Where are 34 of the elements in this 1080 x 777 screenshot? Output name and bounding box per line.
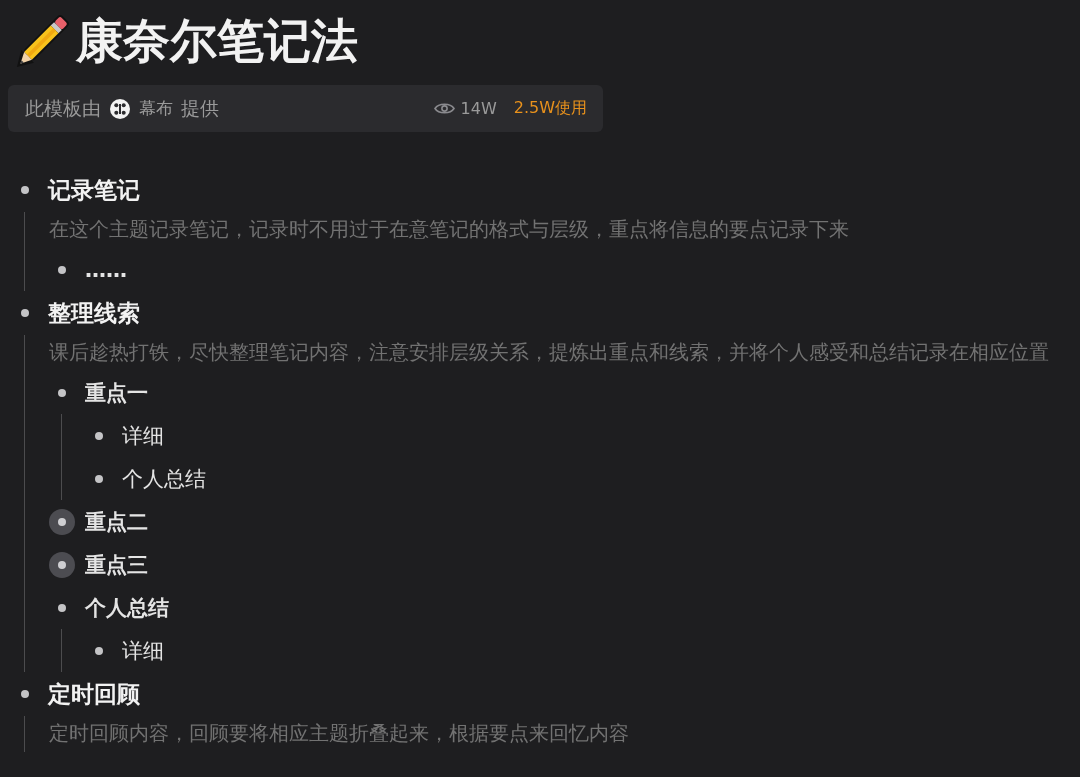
bullet-icon[interactable] (58, 388, 66, 397)
topic-heading: 整理线索 (48, 298, 140, 328)
bullet-icon[interactable] (21, 309, 29, 317)
outline-item: 个人总结 (122, 465, 206, 493)
page-title: 康奈尔笔记法 (76, 13, 358, 68)
outline-item: 个人总结 (85, 594, 169, 622)
bullet-icon[interactable] (95, 646, 103, 655)
ring-bullet-icon[interactable] (49, 508, 75, 535)
bullet-icon[interactable] (95, 431, 103, 440)
logo-icon (110, 98, 130, 119)
bullet-icon[interactable] (21, 186, 29, 194)
eye-icon (433, 102, 455, 115)
outline-item: 重点一 (85, 379, 148, 407)
ring-bullet-icon[interactable] (49, 551, 75, 578)
template-credit-text: 提供 (181, 95, 219, 121)
topic-heading: 记录笔记 (48, 175, 140, 205)
topic-heading: 定时回顾 (48, 679, 140, 709)
bullet-icon[interactable] (58, 265, 66, 274)
note-text: 课后趁热打铁，尽快整理笔记内容，注意安排层级关系，提炼出重点和线索，并将个人感受和总结记录在相应位置 (49, 340, 1049, 366)
outline-item: 详细 (122, 637, 164, 665)
outline-item: 详细 (122, 422, 164, 450)
view-count: 14W (460, 99, 497, 118)
outline-item: 重点三 (85, 551, 148, 579)
bullet-icon[interactable] (21, 690, 29, 698)
template-credit-text: 此模板由 (25, 95, 101, 121)
note-text: 定时回顾内容，回顾要将相应主题折叠起来，根据要点来回忆内容 (49, 721, 629, 747)
note-text: 在这个主题记录笔记，记录时不用过于在意笔记的格式与层级，重点将信息的要点记录下来 (49, 217, 849, 243)
bullet-icon[interactable] (58, 603, 66, 612)
outline-item: 重点二 (85, 508, 148, 536)
pencil-icon (14, 12, 72, 70)
outline-item: …… (85, 257, 127, 282)
bullet-icon[interactable] (95, 474, 103, 483)
provider-name: 幕布 (139, 97, 173, 120)
use-count-link[interactable]: 2.5W使用 (513, 98, 587, 119)
